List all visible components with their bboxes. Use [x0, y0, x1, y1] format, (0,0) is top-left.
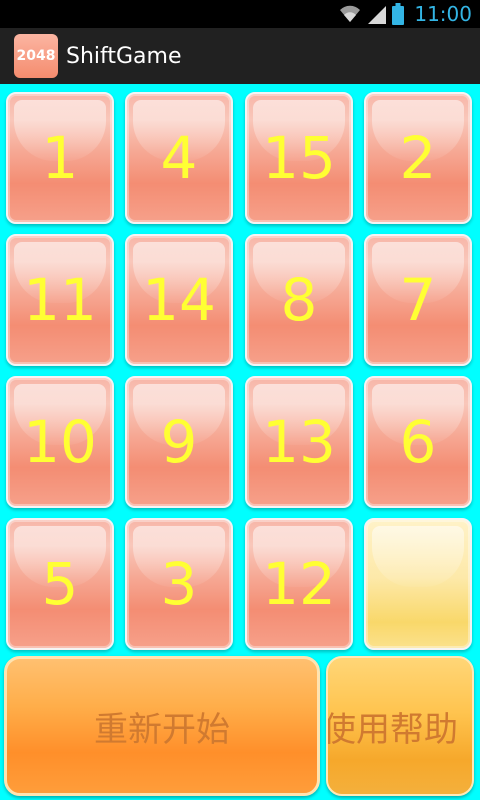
tile-r4c1[interactable]: 5 [6, 518, 114, 650]
tile-r2c4[interactable]: 7 [364, 234, 472, 366]
tile-number: 14 [142, 266, 216, 334]
tile-number: 7 [399, 266, 437, 334]
empty-tile[interactable] [364, 518, 472, 650]
puzzle-board: 1 4 15 2 11 14 8 7 10 9 13 6 5 3 12 [0, 88, 480, 654]
tile-r1c2[interactable]: 4 [125, 92, 233, 224]
action-bar: 2048 ShiftGame [0, 28, 480, 84]
tile-number: 8 [280, 266, 318, 334]
battery-icon [392, 3, 405, 25]
tile-number: 15 [262, 124, 336, 192]
app-icon[interactable]: 2048 [14, 34, 58, 78]
status-bar: 11:00 [0, 0, 480, 28]
restart-button[interactable]: 重新开始 [4, 656, 320, 796]
status-time: 11:00 [414, 2, 472, 26]
tile-number: 12 [262, 550, 336, 618]
tile-number: 13 [262, 408, 336, 476]
tile-r1c4[interactable]: 2 [364, 92, 472, 224]
signal-icon [368, 6, 387, 24]
tile-r3c3[interactable]: 13 [245, 376, 353, 508]
tile-number: 6 [399, 408, 437, 476]
tile-r2c1[interactable]: 11 [6, 234, 114, 366]
tile-number: 9 [160, 408, 198, 476]
tile-r4c3[interactable]: 12 [245, 518, 353, 650]
tile-r4c2[interactable]: 3 [125, 518, 233, 650]
tile-number: 2 [399, 124, 437, 192]
tile-number: 11 [23, 266, 97, 334]
app-title: ShiftGame [66, 43, 182, 69]
help-button[interactable]: 使用帮助 [326, 656, 474, 796]
help-button-label: 使用帮助 [326, 709, 458, 750]
tile-r2c2[interactable]: 14 [125, 234, 233, 366]
restart-button-label: 重新开始 [94, 709, 230, 750]
wifi-icon [340, 5, 361, 23]
tile-r1c1[interactable]: 1 [6, 92, 114, 224]
tile-r1c3[interactable]: 15 [245, 92, 353, 224]
tile-r2c3[interactable]: 8 [245, 234, 353, 366]
tile-number: 1 [41, 124, 79, 192]
status-icons: 11:00 [338, 0, 472, 28]
tile-number: 5 [41, 550, 79, 618]
tile-number: 3 [160, 550, 198, 618]
tile-number: 10 [23, 408, 97, 476]
tile-number: 4 [160, 124, 198, 192]
tile-r3c4[interactable]: 6 [364, 376, 472, 508]
tile-r3c1[interactable]: 10 [6, 376, 114, 508]
tile-r3c2[interactable]: 9 [125, 376, 233, 508]
